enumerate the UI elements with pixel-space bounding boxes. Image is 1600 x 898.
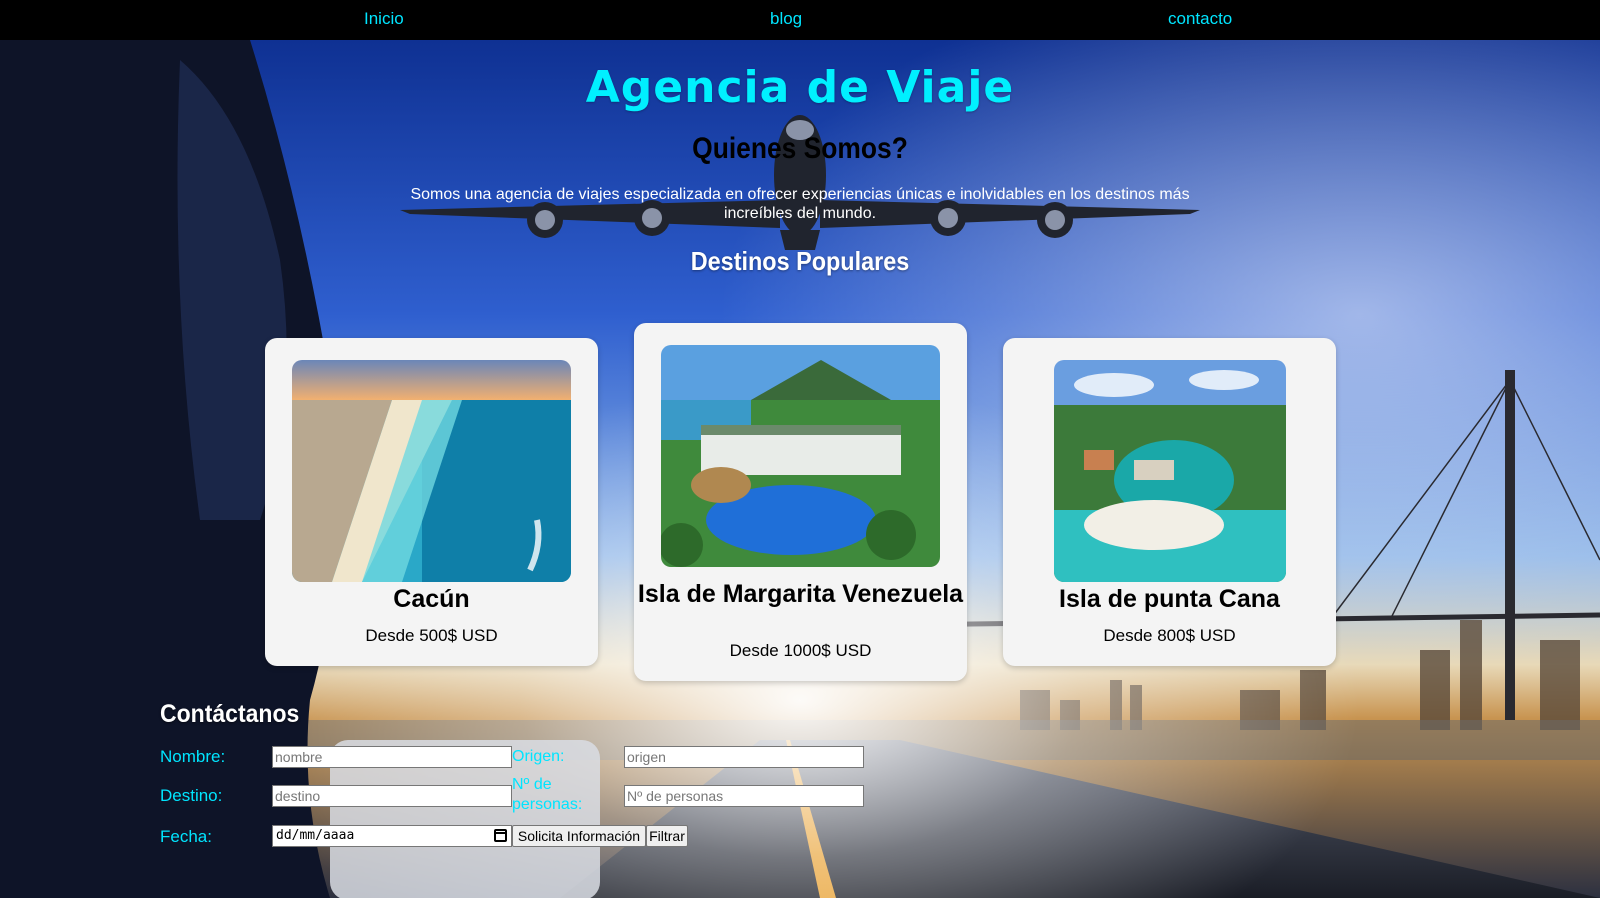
top-navbar: Inicio blog contacto [0, 0, 1600, 40]
contact-heading: Contáctanos [160, 700, 300, 728]
about-text: Somos una agencia de viajes especializad… [410, 186, 1190, 222]
destination-card-punta-cana[interactable]: Isla de punta Cana Desde 800$ USD [1003, 338, 1336, 666]
destination-card-margarita[interactable]: Isla de Margarita Venezuela Desde 1000$ … [634, 323, 967, 681]
solicita-informacion-button[interactable]: Solicita Información [512, 825, 646, 847]
destination-price: Desde 800$ USD [1103, 626, 1236, 645]
nav-link-contacto[interactable]: contacto [1168, 9, 1232, 29]
punta-cana-photo [1054, 360, 1286, 582]
calendar-icon[interactable] [494, 829, 507, 842]
date-value: dd/mm/aaaa [276, 828, 355, 843]
nombre-input[interactable] [272, 746, 512, 768]
destination-name: Isla de punta Cana [1059, 585, 1280, 613]
destination-name: Cacún [393, 585, 470, 613]
margarita-photo [661, 345, 940, 567]
destination-card-cancun[interactable]: Cacún Desde 500$ USD [265, 338, 598, 666]
nombre-label: Nombre: [160, 747, 226, 766]
about-heading: Quienes Somos? [692, 132, 908, 165]
site-title: Agencia de Viaje [585, 62, 1015, 113]
nav-link-inicio[interactable]: Inicio [364, 9, 404, 29]
origen-label: Origen: [512, 748, 565, 765]
cancun-photo [292, 360, 571, 582]
personas-input[interactable] [624, 785, 864, 807]
nav-link-blog[interactable]: blog [770, 9, 802, 29]
destination-price: Desde 500$ USD [365, 626, 498, 645]
destination-name: Isla de Margarita Venezuela [637, 580, 964, 608]
filtrar-button[interactable]: Filtrar [646, 825, 688, 847]
fecha-label: Fecha: [160, 827, 212, 846]
fecha-date-input[interactable]: dd/mm/aaaa [272, 825, 512, 847]
destination-price: Desde 1000$ USD [729, 641, 872, 660]
origen-input[interactable] [624, 746, 864, 768]
destino-label: Destino: [160, 786, 223, 805]
destino-input[interactable] [272, 785, 512, 807]
personas-label: Nº de personas: [512, 776, 583, 813]
destinations-heading: Destinos Populares [690, 246, 910, 276]
